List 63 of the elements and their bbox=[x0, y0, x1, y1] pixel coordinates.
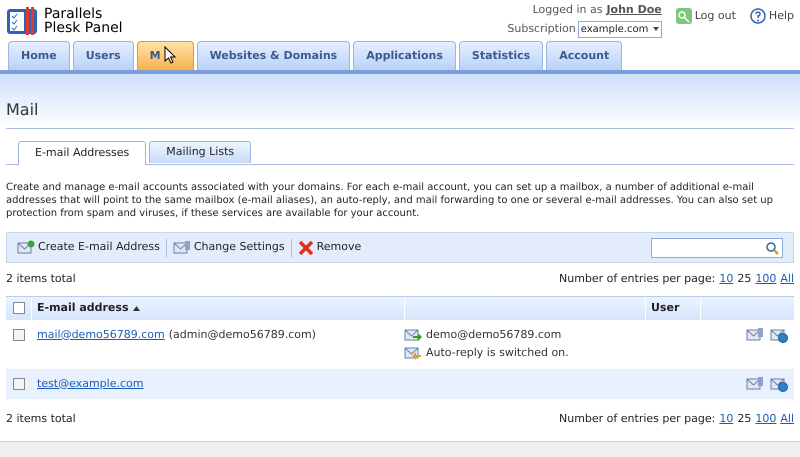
entries-per-page-label: Number of entries per page: bbox=[559, 271, 716, 287]
description-text: Create and manage e-mail accounts associated with your domains. For each e-mail account, you can set up a mailbox, a number of additional e-mail addresses that will point to the same mailbox (e-mail aliases), an auto-reply, and mail forwarding to one or several e-mail addresses. You can also set up protection from spam and viruses, if these services are available for your account. bbox=[5, 181, 774, 220]
logged-in-label: Logged in as bbox=[532, 2, 602, 18]
remove-icon bbox=[298, 240, 314, 256]
entries-per-page-label: Number of entries per page: bbox=[559, 411, 716, 427]
page-size-link[interactable]: 100 bbox=[755, 411, 776, 428]
nav-tab[interactable]: Websites & Domains bbox=[196, 41, 350, 70]
nav-tab[interactable]: M bbox=[136, 41, 194, 70]
page-size-current: 25 bbox=[737, 411, 752, 427]
items-total: 2 items total bbox=[6, 271, 76, 287]
search-field[interactable] bbox=[651, 238, 783, 258]
nav-tab[interactable]: Account bbox=[546, 41, 622, 70]
nav-tab[interactable]: Applications bbox=[353, 41, 456, 70]
row-checkbox[interactable] bbox=[13, 328, 25, 340]
page-size-link[interactable]: 100 bbox=[755, 271, 776, 288]
subscription-select[interactable]: example.com bbox=[578, 20, 662, 38]
email-link[interactable]: test@example.com bbox=[37, 376, 144, 392]
search-icon bbox=[765, 240, 779, 254]
row-checkbox[interactable] bbox=[13, 378, 25, 390]
envelope-arrow-icon bbox=[404, 326, 422, 343]
envelope-reply-icon bbox=[404, 345, 422, 362]
column-header[interactable]: E-mail address bbox=[37, 300, 128, 316]
help-icon bbox=[750, 8, 766, 24]
nav-tab[interactable]: Home bbox=[8, 41, 70, 70]
envelope-globe-icon bbox=[770, 376, 788, 392]
envelope-plus-icon bbox=[17, 240, 35, 256]
help-button[interactable]: Help bbox=[750, 8, 794, 24]
page-title: Mail bbox=[6, 98, 794, 129]
dropdown-caret-icon bbox=[652, 27, 659, 31]
envelope-settings-icon bbox=[746, 326, 764, 342]
envelope-settings-icon bbox=[746, 376, 764, 392]
settings-button[interactable] bbox=[746, 326, 764, 342]
section-tab[interactable]: Mailing Lists bbox=[149, 141, 252, 163]
alias-text: (admin@demo56789.com) bbox=[168, 326, 316, 342]
logo-line: Plesk Panel bbox=[44, 21, 123, 35]
sort-ascending-icon bbox=[132, 306, 140, 310]
nav-tab[interactable]: Users bbox=[72, 41, 134, 70]
section-tab[interactable]: E-mail Addresses bbox=[18, 141, 146, 165]
page-size-link[interactable]: 10 bbox=[719, 411, 734, 428]
toolbar-button[interactable]: Change Settings bbox=[172, 239, 285, 256]
logo-line: Parallels bbox=[44, 7, 102, 21]
items-total: 2 items total bbox=[6, 411, 76, 427]
page-size-link[interactable]: All bbox=[780, 411, 794, 428]
user-link[interactable]: John Doe bbox=[606, 2, 662, 18]
nav-tab[interactable]: Statistics bbox=[458, 41, 544, 70]
envelope-globe-icon bbox=[770, 326, 788, 342]
page-size-link[interactable]: All bbox=[780, 271, 794, 288]
page-size-link[interactable]: 10 bbox=[719, 271, 734, 288]
webmail-button[interactable] bbox=[770, 376, 788, 392]
detail-text: Auto-reply is switched on. bbox=[426, 345, 569, 361]
settings-button[interactable] bbox=[746, 376, 764, 392]
detail-text: demo@demo56789.com bbox=[426, 326, 562, 342]
toolbar-button[interactable]: Create E-mail Address bbox=[17, 239, 160, 256]
toolbar-button[interactable]: Remove bbox=[298, 239, 362, 256]
email-link[interactable]: mail@demo56789.com bbox=[37, 326, 165, 343]
logo-icon bbox=[6, 6, 38, 36]
subscription-label: Subscription bbox=[507, 20, 576, 37]
logout-button[interactable]: Log out bbox=[676, 8, 736, 24]
envelope-settings-icon bbox=[172, 240, 191, 256]
column-header: User bbox=[651, 300, 680, 316]
select-all-checkbox[interactable] bbox=[12, 302, 24, 314]
page-size-current: 25 bbox=[737, 271, 752, 287]
webmail-button[interactable] bbox=[770, 326, 788, 342]
